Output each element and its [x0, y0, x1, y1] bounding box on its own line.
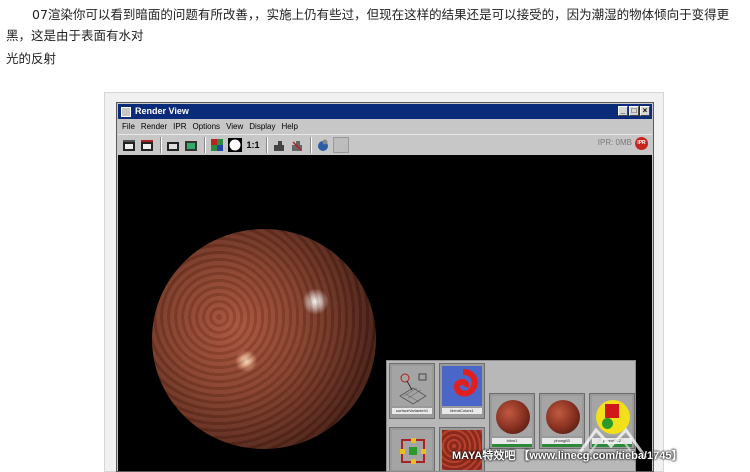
material-swatch[interactable]: blinn1 [489, 393, 535, 449]
rendered-sphere [152, 229, 376, 449]
menu-render[interactable]: Render [141, 120, 167, 133]
menu-help[interactable]: Help [282, 120, 298, 133]
menu-ipr[interactable]: IPR [173, 120, 186, 133]
blend-colors-icon [442, 366, 482, 406]
menu-options[interactable]: Options [192, 120, 220, 133]
ipr-render-icon[interactable] [165, 137, 181, 153]
swatch-label: blendColors1 [442, 408, 482, 414]
maya-app-icon [121, 106, 131, 117]
remove-image-icon[interactable] [289, 137, 305, 153]
color-channels-icon[interactable] [209, 137, 225, 153]
blend-node-swatch[interactable]: blendColors1 [439, 363, 485, 419]
real-size-button[interactable]: 1:1 [245, 137, 261, 153]
place2d-texture-icon [392, 430, 432, 470]
blank-tool-slot[interactable] [333, 137, 349, 153]
render-toolbar: 1:1 IPR: 0MB IPR [118, 134, 652, 156]
close-button[interactable]: × [640, 106, 650, 116]
watermark-text: MAYA特效吧 【www.linecg.com/tieba/1745】 [452, 450, 683, 462]
alpha-channel-icon[interactable] [227, 137, 243, 153]
render-frame-icon[interactable] [121, 137, 137, 153]
ipr-memory-status: IPR: 0MB [597, 138, 632, 147]
render-region-icon[interactable] [139, 137, 155, 153]
texture-node-swatch[interactable]: surfaceVarianteh1 [389, 363, 435, 419]
article-paragraph: 07渲染你可以看到暗面的问题有所改善，，实施上仍有些过，但现在这样的结果还是可以… [6, 4, 746, 46]
menu-view[interactable]: View [226, 120, 243, 133]
toolbar-divider [160, 137, 162, 153]
utility-node-swatch[interactable] [389, 427, 435, 471]
article-text-line2: 光的反射 [6, 51, 57, 66]
toolbar-divider [266, 137, 268, 153]
window-titlebar[interactable]: Render View _ □ × [118, 104, 652, 119]
toolbar-divider [310, 137, 312, 153]
toolbar-divider [204, 137, 206, 153]
keep-image-icon[interactable] [271, 137, 287, 153]
menu-bar: File Render IPR Options View Display Hel… [118, 120, 652, 133]
camera-select-icon[interactable] [315, 137, 331, 153]
snapshot-icon[interactable] [183, 137, 199, 153]
swatch-label: surfaceVarianteh1 [392, 408, 432, 414]
material-preview [492, 396, 532, 436]
menu-display[interactable]: Display [249, 120, 275, 133]
minimize-button[interactable]: _ [618, 106, 628, 116]
ipr-indicator-icon[interactable]: IPR [635, 137, 648, 150]
maximize-button[interactable]: □ [629, 106, 639, 116]
grid-placement-icon [392, 366, 432, 406]
article-text-line1: 07渲染你可以看到暗面的问题有所改善，，实施上仍有些过，但现在这样的结果还是可以… [6, 7, 730, 43]
window-title: Render View [135, 106, 189, 116]
menu-file[interactable]: File [122, 120, 135, 133]
